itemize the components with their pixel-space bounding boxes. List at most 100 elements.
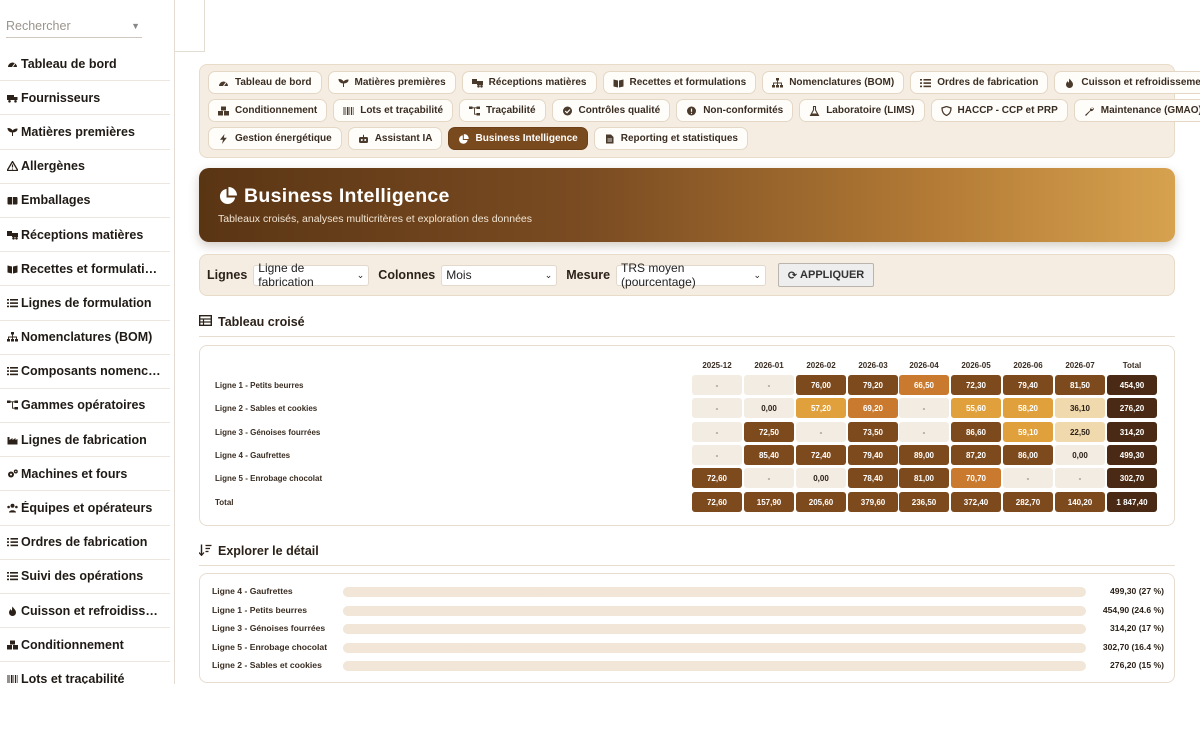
pivot-cell[interactable]: 79,40 xyxy=(848,445,898,465)
pivot-cell[interactable]: - xyxy=(692,398,742,418)
module-tab[interactable]: Réceptions matières xyxy=(461,71,597,94)
pivot-cell[interactable]: 81,50 xyxy=(1055,375,1105,395)
rows-select[interactable]: Ligne de fabrication ⌄ xyxy=(253,261,370,289)
sidebar-search-select[interactable]: Rechercher ▼ xyxy=(6,14,142,38)
pivot-cell[interactable]: 157,90 xyxy=(744,492,794,512)
sidebar-item[interactable]: Réceptions matières xyxy=(0,218,170,253)
pivot-cell[interactable]: 314,20 xyxy=(1107,422,1157,442)
module-tab[interactable]: Tableau de bord xyxy=(208,71,322,94)
module-tab[interactable]: Reporting et statistiques xyxy=(593,127,748,150)
module-tab[interactable]: Contrôles qualité xyxy=(551,99,671,122)
sidebar-item[interactable]: Lignes de fabrication xyxy=(0,423,170,458)
pivot-cell[interactable]: - xyxy=(692,375,742,395)
pivot-cell[interactable]: 499,30 xyxy=(1107,445,1157,465)
sidebar-item[interactable]: Conditionnement xyxy=(0,628,170,663)
pivot-cell[interactable]: 58,20 xyxy=(1003,398,1053,418)
sidebar-item[interactable]: Lots et traçabilité xyxy=(0,662,170,684)
sidebar-item[interactable]: Lignes de formulation xyxy=(0,286,170,321)
module-tab[interactable]: Business Intelligence xyxy=(448,127,588,150)
measure-select[interactable]: TRS moyen (pourcentage) ⌄ xyxy=(616,261,767,289)
sidebar-item[interactable]: Fournisseurs xyxy=(0,81,170,116)
pivot-cell[interactable]: 372,40 xyxy=(951,492,1001,512)
pivot-cell[interactable]: 205,60 xyxy=(796,492,846,512)
pivot-cell[interactable]: - xyxy=(744,375,794,395)
explore-row[interactable]: Ligne 4 - Gaufrettes 499,30 (27 %) xyxy=(200,584,1176,599)
pivot-cell[interactable]: 0,00 xyxy=(1055,445,1105,465)
module-tab[interactable]: Maintenance (GMAO) xyxy=(1073,99,1200,122)
pivot-cell[interactable]: 72,50 xyxy=(744,422,794,442)
module-tab[interactable]: Laboratoire (LIMS) xyxy=(799,99,925,122)
module-tab[interactable]: Lots et traçabilité xyxy=(333,99,454,122)
sidebar-item[interactable]: Ordres de fabrication xyxy=(0,526,170,560)
pivot-cell[interactable]: - xyxy=(899,422,949,442)
module-tab[interactable]: Gestion énergétique xyxy=(208,127,342,150)
pivot-cell[interactable]: 379,60 xyxy=(848,492,898,512)
sidebar-item[interactable]: Nomenclatures (BOM) xyxy=(0,321,170,355)
pivot-cell[interactable]: 0,00 xyxy=(796,468,846,488)
explore-row[interactable]: Ligne 1 - Petits beurres 454,90 (24.6 %) xyxy=(200,603,1176,618)
module-tab[interactable]: HACCP - CCP et PRP xyxy=(930,99,1068,122)
pivot-cell[interactable]: - xyxy=(796,422,846,442)
sidebar-item[interactable]: Recettes et formulations xyxy=(0,252,170,287)
sidebar-item[interactable]: Équipes et opérateurs xyxy=(0,491,170,526)
pivot-cell[interactable]: 36,10 xyxy=(1055,398,1105,418)
pivot-cell[interactable]: 66,50 xyxy=(899,375,949,395)
module-tab[interactable]: Cuisson et refroidissement xyxy=(1054,71,1200,94)
pivot-cell[interactable]: 73,50 xyxy=(848,422,898,442)
pivot-cell[interactable]: - xyxy=(1003,468,1053,488)
pivot-cell[interactable]: 89,00 xyxy=(899,445,949,465)
pivot-cell[interactable]: 22,50 xyxy=(1055,422,1105,442)
pivot-cell[interactable]: 85,40 xyxy=(744,445,794,465)
module-tab[interactable]: Conditionnement xyxy=(208,99,328,122)
pivot-cell[interactable]: 59,10 xyxy=(1003,422,1053,442)
explore-row[interactable]: Ligne 2 - Sables et cookies 276,20 (15 %) xyxy=(200,658,1176,673)
sidebar-item[interactable]: Matières premières xyxy=(0,115,170,150)
pivot-cell[interactable]: 55,60 xyxy=(951,398,1001,418)
pivot-cell[interactable]: - xyxy=(692,445,742,465)
pivot-cell[interactable]: 86,60 xyxy=(951,422,1001,442)
pivot-cell[interactable]: 57,20 xyxy=(796,398,846,418)
sidebar-item[interactable]: Machines et fours xyxy=(0,457,170,492)
pivot-cell[interactable]: 276,20 xyxy=(1107,398,1157,418)
pivot-cell[interactable]: 79,40 xyxy=(1003,375,1053,395)
module-tab[interactable]: Nomenclatures (BOM) xyxy=(762,71,905,94)
module-tab[interactable]: Traçabilité xyxy=(459,99,546,122)
pivot-cell[interactable]: 81,00 xyxy=(899,468,949,488)
module-tab[interactable]: Matières premières xyxy=(327,71,456,94)
sidebar-item[interactable]: Gammes opératoires xyxy=(0,389,170,424)
pivot-cell[interactable]: 78,40 xyxy=(848,468,898,488)
pivot-cell[interactable]: 140,20 xyxy=(1055,492,1105,512)
pivot-cell[interactable]: 72,40 xyxy=(796,445,846,465)
module-tab[interactable]: Ordres de fabrication xyxy=(910,71,1049,94)
pivot-cell[interactable]: 236,50 xyxy=(899,492,949,512)
pivot-cell[interactable]: 69,20 xyxy=(848,398,898,418)
pivot-cell[interactable]: 282,70 xyxy=(1003,492,1053,512)
pivot-cell[interactable]: 1 847,40 xyxy=(1107,492,1157,512)
pivot-cell[interactable]: 454,90 xyxy=(1107,375,1157,395)
pivot-cell[interactable]: 86,00 xyxy=(1003,445,1053,465)
apply-button[interactable]: ⟳ APPLIQUER xyxy=(778,263,875,287)
pivot-cell[interactable]: 72,60 xyxy=(692,492,742,512)
pivot-cell[interactable]: - xyxy=(744,468,794,488)
pivot-cell[interactable]: 72,30 xyxy=(951,375,1001,395)
pivot-cell[interactable]: 70,70 xyxy=(951,468,1001,488)
pivot-cell[interactable]: 87,20 xyxy=(951,445,1001,465)
sidebar-item[interactable]: Emballages xyxy=(0,184,170,218)
module-tab[interactable]: Non-conformités xyxy=(676,99,794,122)
pivot-cell[interactable]: - xyxy=(1055,468,1105,488)
pivot-cell[interactable]: 0,00 xyxy=(744,398,794,418)
pivot-cell[interactable]: - xyxy=(899,398,949,418)
pivot-cell[interactable]: 72,60 xyxy=(692,468,742,488)
sidebar-item[interactable]: Cuisson et refroidissement xyxy=(0,594,170,629)
pivot-cell[interactable]: 79,20 xyxy=(848,375,898,395)
explore-row[interactable]: Ligne 3 - Génoises fourrées 314,20 (17 %) xyxy=(200,621,1176,636)
module-tab[interactable]: Assistant IA xyxy=(347,127,443,150)
sidebar-item[interactable]: Composants nomenclature xyxy=(0,355,170,389)
sidebar-item[interactable]: Allergènes xyxy=(0,150,170,184)
sidebar-item[interactable]: Tableau de bord xyxy=(0,47,170,82)
explore-row[interactable]: Ligne 5 - Enrobage chocolat 302,70 (16.4 … xyxy=(200,640,1176,655)
columns-select[interactable]: Mois ⌄ xyxy=(441,264,558,286)
pivot-cell[interactable]: 76,00 xyxy=(796,375,846,395)
pivot-cell[interactable]: - xyxy=(692,422,742,442)
sidebar-item[interactable]: Suivi des opérations xyxy=(0,560,170,594)
